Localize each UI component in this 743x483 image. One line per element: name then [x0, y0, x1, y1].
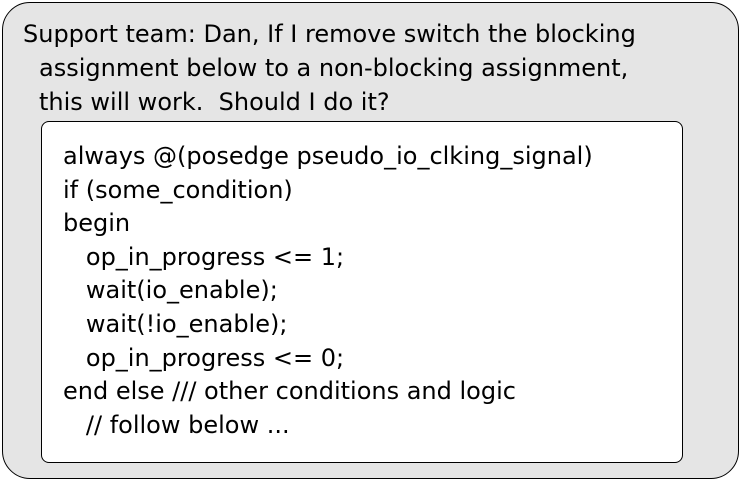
code-block: always @(posedge pseudo_io_clking_signal…	[63, 140, 593, 442]
code-line-7: op_in_progress <= 0;	[63, 343, 345, 372]
code-line-8: end else /// other conditions and logic	[63, 377, 516, 406]
code-line-5: wait(io_enable);	[63, 276, 278, 305]
code-line-4: op_in_progress <= 1;	[63, 242, 345, 271]
code-line-1: always @(posedge pseudo_io_clking_signal…	[63, 142, 593, 170]
code-line-3: begin	[63, 209, 131, 238]
code-line-2: if (some_condition)	[63, 175, 293, 204]
code-line-6: wait(!io_enable);	[63, 309, 288, 338]
question-line-2: assignment below to a non-blocking assig…	[39, 54, 629, 82]
code-box: always @(posedge pseudo_io_clking_signal…	[41, 121, 683, 463]
question-line-3: this will work. Should I do it?	[39, 88, 390, 116]
question-line-1: Support team: Dan, If I remove switch th…	[23, 20, 636, 48]
code-line-9: // follow below ...	[63, 410, 290, 439]
